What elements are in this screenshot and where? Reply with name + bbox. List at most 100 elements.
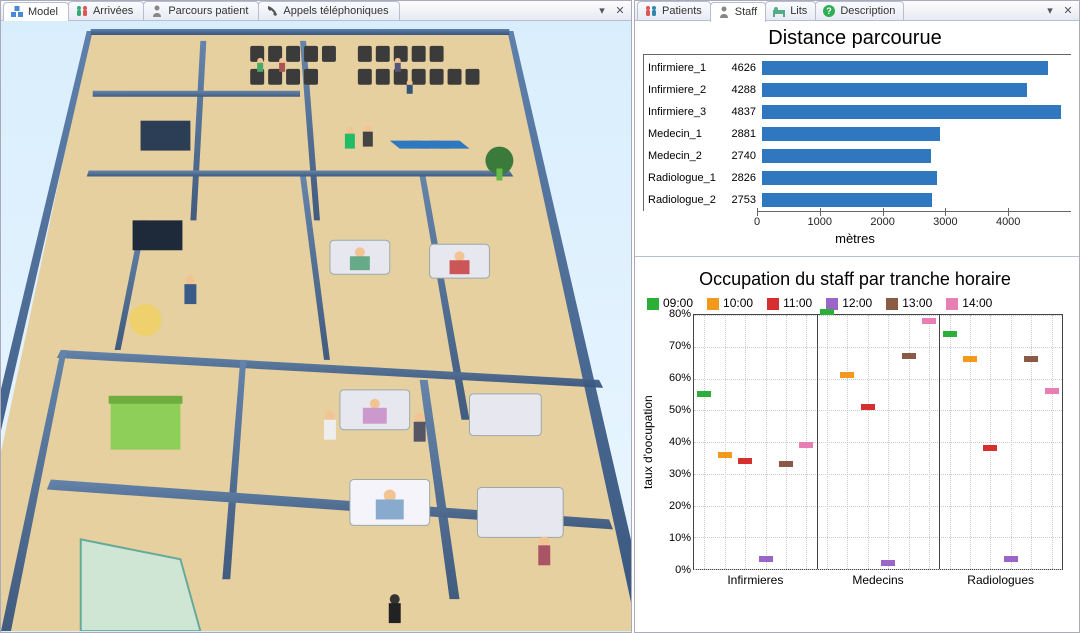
tab-description[interactable]: ? Description (815, 1, 904, 20)
bar (762, 127, 940, 141)
y-tick-label: 80% (669, 308, 691, 320)
data-marker (1004, 556, 1018, 562)
data-marker (881, 560, 895, 566)
tab-dropdown[interactable]: ▾ (595, 4, 609, 18)
bar (762, 171, 937, 185)
legend-swatch (767, 298, 779, 310)
x-category-label: Medecins (852, 573, 903, 587)
model-3d-viewport[interactable] (1, 21, 631, 632)
y-tick-label: 60% (669, 372, 691, 384)
data-marker (943, 331, 957, 337)
legend-swatch (707, 298, 719, 310)
legend-label: 13:00 (902, 296, 932, 310)
bar-row: Radiologue_22753 (644, 189, 1071, 211)
bed-icon (772, 4, 786, 18)
data-marker (840, 372, 854, 378)
left-tabbar: Model Arrivées Parcours patient Appels t… (1, 1, 631, 21)
bar-category-label: Radiologue_1 (644, 172, 722, 184)
legend-item: 13:00 (886, 296, 932, 310)
bar (762, 83, 1027, 97)
x-category-label: Radiologues (967, 573, 1034, 587)
tab-label: Description (840, 5, 895, 17)
legend-swatch (886, 298, 898, 310)
data-marker (902, 353, 916, 359)
legend: 09:0010:0011:0012:0013:0014:00 (639, 294, 1071, 314)
bar-value-label: 4626 (722, 62, 762, 74)
tab-patients[interactable]: Patients (637, 1, 711, 20)
floor-svg (1, 21, 631, 631)
legend-label: 11:00 (783, 296, 812, 310)
bar-row: Medecin_22740 (644, 145, 1071, 167)
bar-value-label: 4837 (722, 106, 762, 118)
bar-category-label: Medecin_2 (644, 150, 722, 162)
bar-row: Infirmiere_24288 (644, 79, 1071, 101)
tab-label: Model (28, 6, 58, 18)
y-tick-label: 20% (669, 500, 691, 512)
bar-category-label: Infirmiere_1 (644, 62, 722, 74)
bar-category-label: Medecin_1 (644, 128, 722, 140)
legend-label: 12:00 (842, 296, 872, 310)
tab-label: Appels téléphoniques (283, 5, 388, 17)
data-marker (697, 391, 711, 397)
tab-parcours-patient[interactable]: Parcours patient (143, 1, 259, 20)
person-icon (150, 4, 164, 18)
phone-icon (265, 4, 279, 18)
x-tick-label: 3000 (933, 216, 957, 228)
y-tick-label: 10% (669, 532, 691, 544)
bar (762, 193, 932, 207)
x-category-label: Infirmieres (727, 573, 783, 587)
x-tick-label: 1000 (808, 216, 832, 228)
tab-arrivees[interactable]: Arrivées (68, 1, 144, 20)
bar (762, 105, 1061, 119)
chart-title: Occupation du staff par tranche horaire (639, 269, 1071, 290)
data-marker (779, 461, 793, 467)
legend-swatch (946, 298, 958, 310)
tab-lits[interactable]: Lits (765, 1, 816, 20)
x-axis-label: mètres (639, 231, 1071, 246)
data-marker (1045, 388, 1059, 394)
tab-label: Arrivées (93, 5, 133, 17)
y-tick-label: 0% (675, 564, 691, 576)
tab-close[interactable]: ✕ (1061, 4, 1075, 18)
patients-icon (75, 4, 89, 18)
bar-row: Medecin_12881 (644, 123, 1071, 145)
tab-appels[interactable]: Appels téléphoniques (258, 1, 399, 20)
bar-row: Infirmiere_34837 (644, 101, 1071, 123)
data-marker (799, 442, 813, 448)
bar-category-label: Infirmiere_3 (644, 106, 722, 118)
bar-category-label: Radiologue_2 (644, 194, 722, 206)
tab-dropdown[interactable]: ▾ (1043, 4, 1057, 18)
right-tabbar: Patients Staff Lits ? Description (635, 1, 1079, 21)
data-marker (963, 356, 977, 362)
x-tick-label: 0 (754, 216, 760, 228)
tab-label: Patients (662, 5, 702, 17)
patients-icon (644, 4, 658, 18)
legend-item: 10:00 (707, 296, 753, 310)
data-marker (983, 445, 997, 451)
tab-label: Parcours patient (168, 5, 248, 17)
legend-swatch (647, 298, 659, 310)
legend-label: 14:00 (962, 296, 992, 310)
data-marker (738, 458, 752, 464)
bar (762, 149, 931, 163)
data-marker (922, 318, 936, 324)
y-tick-label: 70% (669, 340, 691, 352)
tab-close[interactable]: ✕ (613, 4, 627, 18)
x-tick-label: 2000 (870, 216, 894, 228)
tab-model[interactable]: Model (3, 2, 69, 22)
bar-value-label: 2740 (722, 150, 762, 162)
legend-item: 11:00 (767, 296, 812, 310)
person-icon (717, 5, 731, 19)
y-tick-label: 50% (669, 404, 691, 416)
tab-staff[interactable]: Staff (710, 2, 766, 22)
legend-label: 10:00 (723, 296, 753, 310)
bar-value-label: 2753 (722, 194, 762, 206)
bar-row: Infirmiere_14626 (644, 57, 1071, 79)
bar-row: Radiologue_12826 (644, 167, 1071, 189)
data-marker (820, 309, 834, 315)
bar-value-label: 2881 (722, 128, 762, 140)
data-marker (718, 452, 732, 458)
data-marker (1024, 356, 1038, 362)
data-marker (861, 404, 875, 410)
occupation-chart: Occupation du staff par tranche horaire … (635, 263, 1079, 632)
